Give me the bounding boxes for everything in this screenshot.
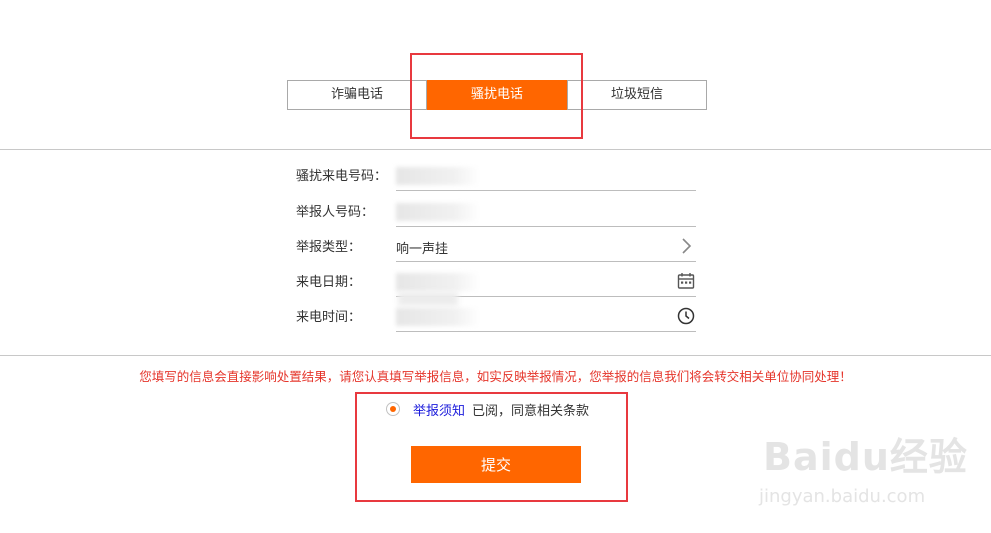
watermark-logo: Baidu经验	[763, 435, 968, 479]
redacted-value	[396, 308, 481, 326]
submit-button[interactable]: 提交	[411, 446, 581, 483]
call-date-label: 来电日期：	[296, 275, 362, 290]
watermark-url: jingyan.baidu.com	[759, 486, 926, 507]
redacted-value	[398, 292, 458, 306]
call-time-input[interactable]	[396, 292, 696, 332]
tab-harassment-call[interactable]: 骚扰电话	[427, 80, 567, 110]
caller-number-row: 骚扰来电号码：	[296, 161, 696, 191]
reporter-number-label: 举报人号码：	[296, 205, 375, 220]
caller-number-label: 骚扰来电号码：	[296, 169, 388, 184]
redacted-value	[396, 273, 481, 291]
reporter-number-input[interactable]	[396, 197, 696, 227]
agreement-text: 已阅，同意相关条款	[472, 404, 590, 419]
divider-top	[0, 149, 991, 150]
reporter-number-row: 举报人号码：	[296, 197, 696, 227]
warning-notice: 您填写的信息会直接影响处置结果，请您认真填写举报信息，如实反映举报情况，您举报的…	[139, 369, 852, 384]
agree-radio[interactable]	[386, 402, 400, 416]
report-type-label: 举报类型：	[296, 240, 362, 255]
redacted-value	[396, 167, 481, 185]
redacted-value	[396, 203, 481, 221]
tab-spam-sms[interactable]: 垃圾短信	[567, 80, 707, 110]
report-notice-link[interactable]: 举报须知	[413, 400, 465, 419]
caller-number-input[interactable]	[396, 161, 696, 191]
calendar-icon[interactable]	[677, 272, 695, 290]
chevron-right-icon	[682, 238, 692, 254]
tab-fraud-call[interactable]: 诈骗电话	[287, 80, 427, 110]
report-type-row: 举报类型： 响一声挂	[296, 232, 696, 262]
call-time-row: 来电时间：	[296, 292, 696, 332]
divider-bottom	[0, 355, 991, 356]
clock-icon[interactable]	[677, 307, 695, 325]
report-tabs: 诈骗电话 骚扰电话 垃圾短信	[287, 80, 707, 110]
report-type-value: 响一声挂	[396, 242, 449, 257]
report-type-select[interactable]: 响一声挂	[396, 232, 696, 262]
call-date-row: 来电日期：	[296, 267, 696, 297]
call-time-label: 来电时间：	[296, 310, 362, 325]
baidu-jingyan-watermark: Baidu经验 jingyan.baidu.com	[755, 420, 991, 520]
